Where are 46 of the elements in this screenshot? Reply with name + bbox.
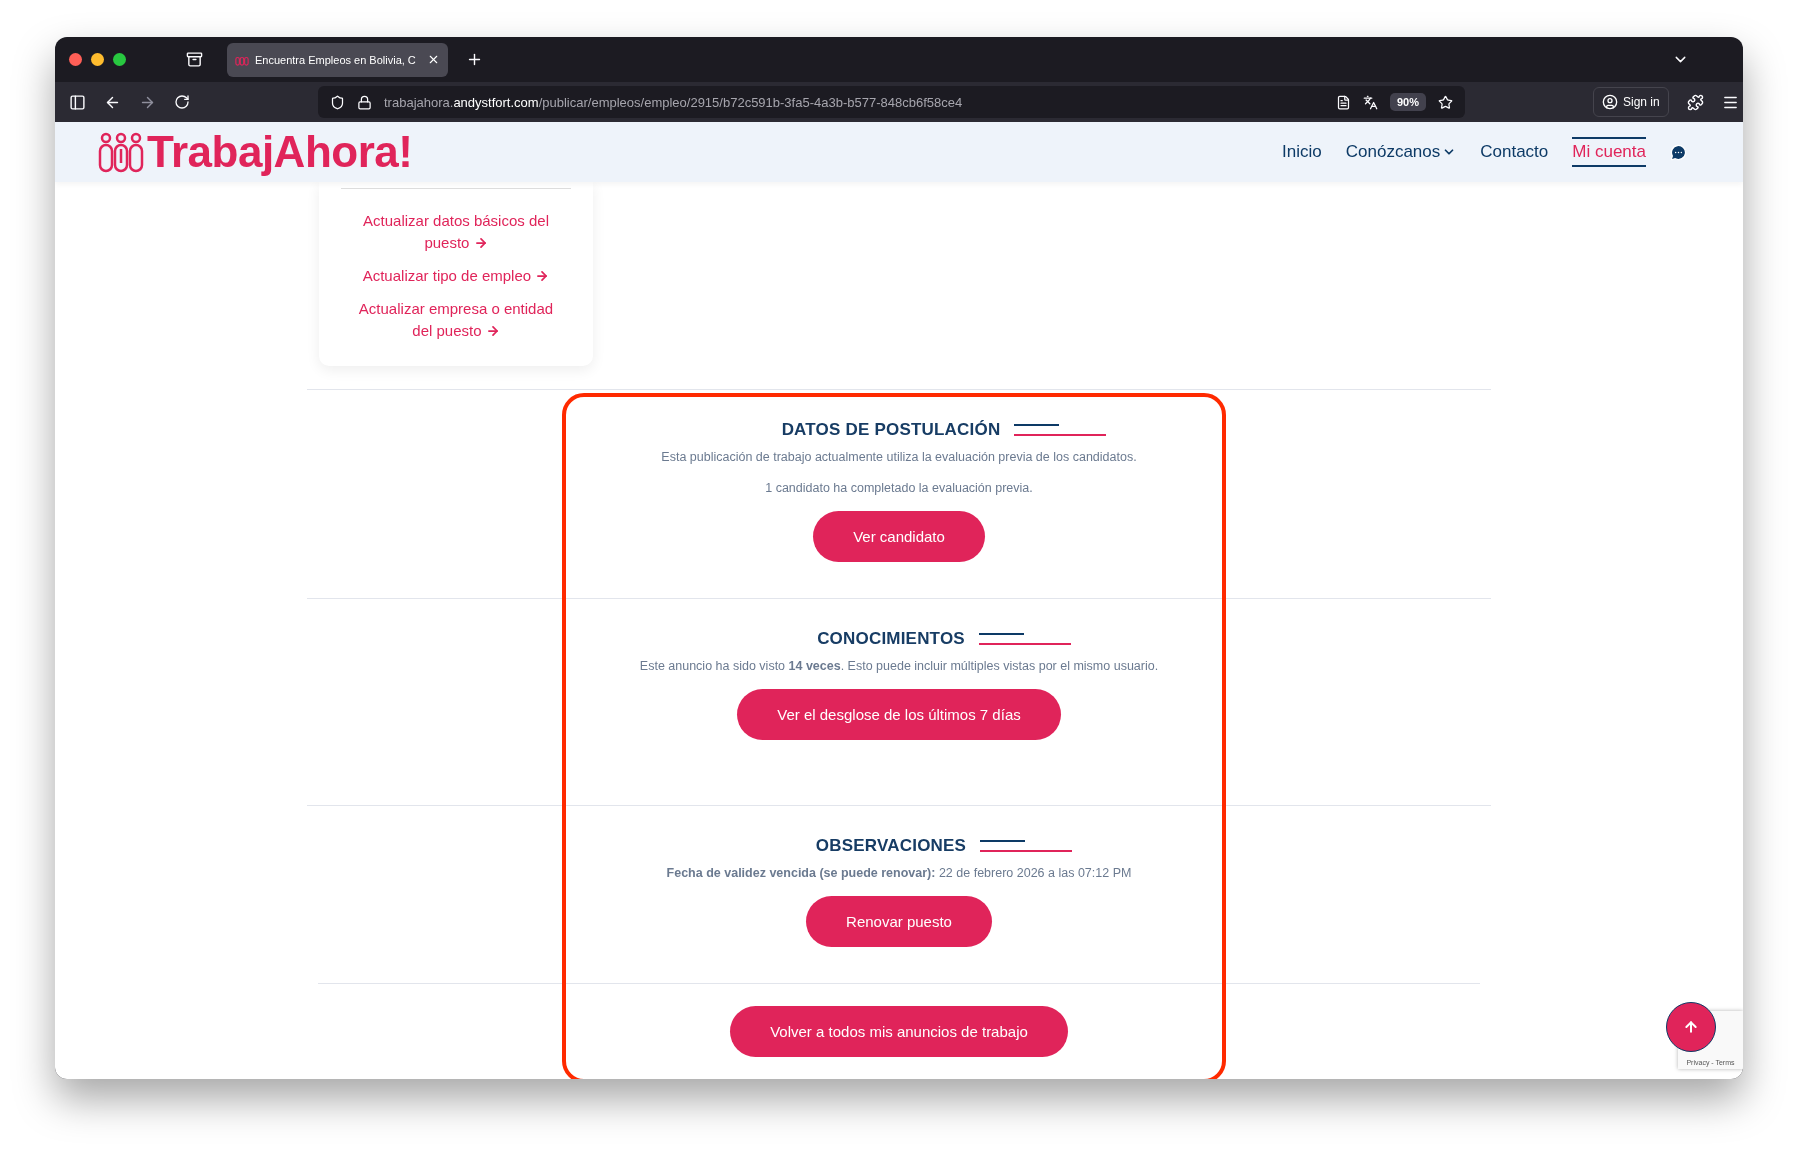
arrow-icon (473, 236, 488, 250)
section-text: Este anuncio ha sido visto 14 veces. Esto puede incluir múltiples vistas por el mismo usuario. (639, 659, 1159, 673)
close-tab-icon[interactable] (427, 53, 440, 66)
sidebar-icon[interactable] (69, 93, 86, 111)
new-tab-icon[interactable] (466, 51, 483, 68)
section-title: CONOCIMIENTOS (817, 629, 965, 649)
action-button[interactable]: Ver candidato (813, 511, 985, 562)
chat-icon[interactable] (1670, 143, 1687, 161)
minimize-window-button[interactable] (91, 53, 104, 66)
extensions-icon[interactable] (1686, 93, 1704, 111)
tab-title: Encuentra Empleos en Bolivia, C (255, 53, 417, 66)
browser-tab[interactable]: Encuentra Empleos en Bolivia, C (227, 42, 448, 77)
shield-icon[interactable] (330, 94, 345, 110)
nav-link[interactable]: Contacto (1480, 137, 1549, 167)
tab-tray-icon[interactable] (186, 51, 203, 68)
arrow-icon (535, 269, 550, 283)
side-link[interactable]: Actualizar tipo de empleo (362, 265, 550, 287)
people-logo-icon (97, 131, 145, 173)
side-link[interactable]: Actualizar empresa o entidad del puesto (356, 298, 556, 342)
side-link[interactable]: Actualizar datos básicos del puesto (356, 210, 556, 254)
zoom-level-badge[interactable]: 90% (1389, 93, 1426, 111)
nav-link[interactable]: Mi cuenta (1572, 137, 1646, 167)
action-button[interactable]: Renovar puesto (806, 896, 992, 947)
section-text: 1 candidato ha completado la evaluación previa. (765, 481, 1033, 495)
lock-icon[interactable] (357, 94, 372, 110)
user-icon (1602, 94, 1618, 110)
url-text: trabajahora.andystfort.com/publicar/empleos/empleo/2915/b72c591b-3fa5-4a3b-b577-848cb6f58ce4 (384, 94, 964, 110)
site-logo-text[interactable]: TrabajAhora! (147, 127, 413, 177)
reader-view-icon[interactable] (1335, 94, 1351, 110)
reload-icon[interactable] (174, 94, 190, 110)
section-text: Fecha de validez vencida (se puede renovar): 22 de febrero 2026 a las 07:12 PM (666, 866, 1132, 880)
translate-icon[interactable] (1362, 94, 1378, 110)
address-bar[interactable]: trabajahora.andystfort.com/publicar/empleos/empleo/2915/b72c591b-3fa5-4a3b-b577-848cb6f58ce4 90% (318, 86, 1465, 118)
bookmark-star-icon[interactable] (1438, 94, 1453, 110)
section-title: OBSERVACIONES (815, 836, 967, 856)
arrow-icon (485, 324, 500, 338)
action-button[interactable]: Ver el desglose de los últimos 7 días (737, 689, 1061, 740)
nav-link[interactable]: Inicio (1282, 137, 1322, 167)
section-title: DATOS DE POSTULACIÓN (781, 420, 1001, 440)
nav-link[interactable]: Conózcanos (1345, 137, 1457, 167)
sign-in-button[interactable]: Sign in (1593, 87, 1669, 117)
close-window-button[interactable] (69, 53, 82, 66)
scroll-top-button[interactable] (1666, 1002, 1716, 1052)
back-button[interactable]: Volver a todos mis anuncios de trabajo (730, 1006, 1068, 1057)
section-text: Esta publicación de trabajo actualmente utiliza la evaluación previa de los candidatos. (661, 450, 1137, 464)
maximize-window-button[interactable] (113, 53, 126, 66)
